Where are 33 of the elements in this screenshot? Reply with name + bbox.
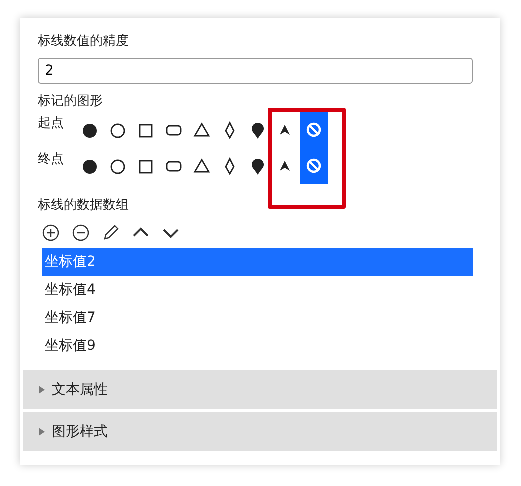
- caret-right-icon: [38, 428, 46, 436]
- triangle-icon: [193, 121, 211, 139]
- marker-label: 标记的图形: [38, 93, 104, 111]
- precision-input[interactable]: 2: [38, 58, 473, 84]
- row-label: 终点: [38, 151, 65, 169]
- list-item[interactable]: 坐标值9: [42, 332, 473, 360]
- list-item[interactable]: 坐标值2: [42, 248, 473, 276]
- remove-button[interactable]: [70, 222, 92, 244]
- filled-circle-icon: [81, 121, 99, 139]
- circle-icon: [109, 121, 127, 139]
- triangle-icon: [193, 157, 211, 175]
- marker-option[interactable]: [300, 112, 328, 148]
- pencil-icon: [101, 223, 121, 243]
- caret-right-icon: [38, 386, 46, 394]
- remove-icon: [71, 223, 91, 243]
- pin-icon: [249, 157, 267, 175]
- section-header[interactable]: 文本属性: [23, 370, 497, 409]
- precision-label: 标线数值的精度: [38, 33, 130, 51]
- row-label: 起点: [38, 115, 65, 133]
- pin-icon: [249, 121, 267, 139]
- list-item[interactable]: 坐标值4: [42, 276, 473, 304]
- section-header[interactable]: 图形样式: [23, 412, 497, 451]
- circle-icon: [109, 157, 127, 175]
- marker-option[interactable]: [300, 148, 328, 184]
- section-title: 文本属性: [52, 380, 108, 398]
- list-item[interactable]: 坐标值7: [42, 304, 473, 332]
- add-icon: [41, 223, 61, 243]
- none-icon: [305, 121, 323, 139]
- none-icon: [305, 157, 323, 175]
- add-button[interactable]: [40, 222, 62, 244]
- filled-circle-icon: [81, 157, 99, 175]
- section-title: 图形样式: [52, 422, 108, 440]
- data-label: 标线的数据数组: [38, 197, 130, 215]
